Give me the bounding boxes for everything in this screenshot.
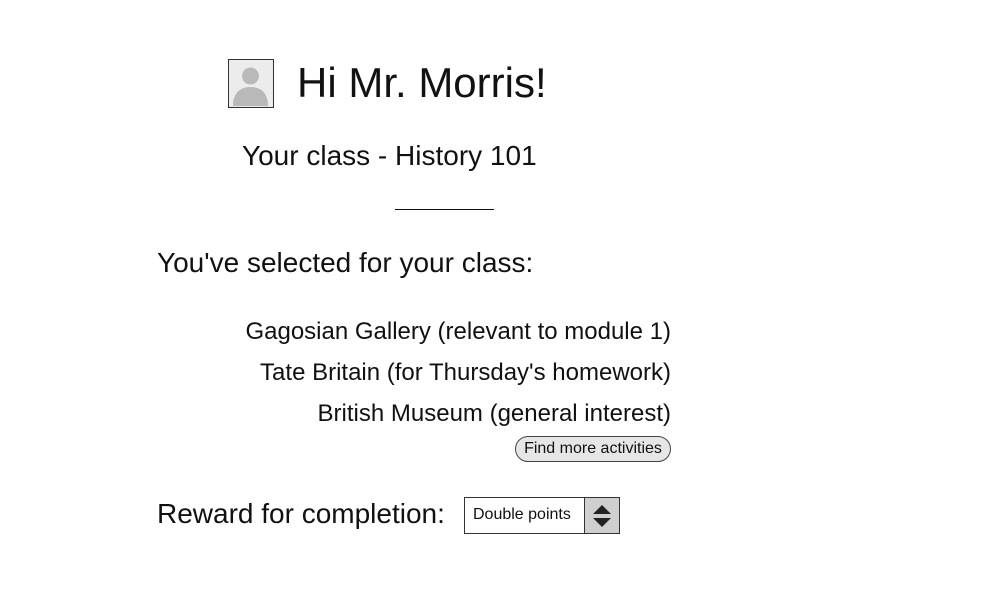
reward-select[interactable]: Double points (464, 497, 620, 534)
selected-activities-heading: You've selected for your class: (157, 247, 534, 278)
divider (395, 209, 494, 210)
greeting-title: Hi Mr. Morris! (297, 59, 547, 106)
teacher-class-page: Hi Mr. Morris! Your class - History 101 … (0, 0, 1000, 600)
class-title: Your class - History 101 (242, 140, 537, 171)
reward-label: Reward for completion: (157, 498, 445, 529)
activity-item-gagosian: Gagosian Gallery (relevant to module 1) (245, 318, 671, 345)
reward-selected-value: Double points (473, 506, 571, 523)
user-avatar-placeholder-icon (228, 59, 274, 108)
activity-item-tate-britain: Tate Britain (for Thursday's homework) (260, 359, 671, 386)
activity-item-british-museum: British Museum (general interest) (317, 400, 671, 427)
selected-activities-list: Gagosian Gallery (relevant to module 1) … (245, 311, 671, 434)
up-down-arrows-icon[interactable] (584, 498, 619, 533)
find-more-activities-button[interactable]: Find more activities (515, 436, 671, 462)
